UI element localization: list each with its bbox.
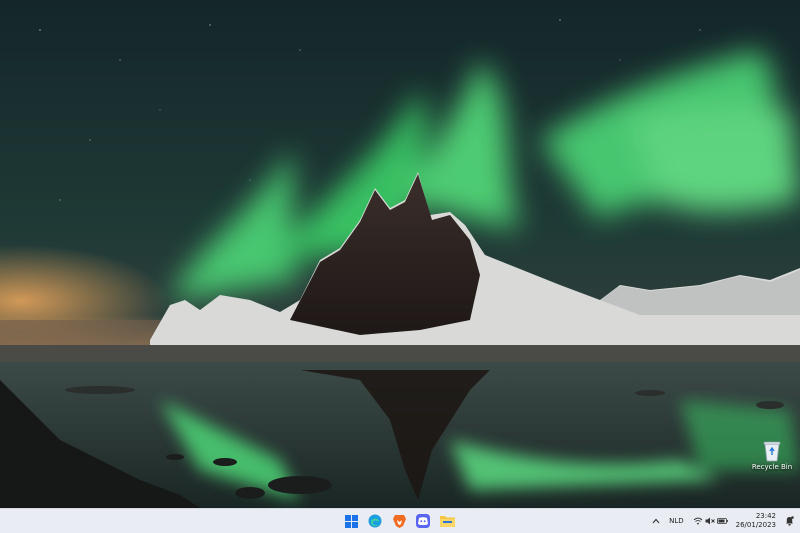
network-button[interactable] bbox=[692, 517, 704, 525]
brave-icon bbox=[392, 515, 406, 528]
battery-icon bbox=[717, 518, 728, 524]
desktop-icon-label: Recycle Bin bbox=[751, 463, 793, 471]
start-button[interactable] bbox=[342, 512, 360, 530]
battery-button[interactable] bbox=[716, 518, 730, 524]
taskbar: NLD 23:42 26/01/2023 bbox=[0, 508, 800, 533]
recycle-bin-icon bbox=[763, 441, 781, 462]
clock-button[interactable]: 23:42 26/01/2023 bbox=[736, 512, 776, 530]
taskbar-apps bbox=[342, 512, 456, 531]
folder-icon bbox=[439, 516, 455, 527]
edge-icon bbox=[368, 514, 382, 528]
taskbar-edge-button[interactable] bbox=[366, 512, 384, 530]
discord-icon bbox=[416, 514, 430, 528]
clock-date: 26/01/2023 bbox=[735, 521, 776, 529]
speaker-muted-icon bbox=[705, 517, 715, 525]
wifi-icon bbox=[693, 517, 702, 525]
desktop-icon-recycle-bin[interactable]: Recycle Bin bbox=[752, 440, 792, 471]
wallpaper-aurora-mountain bbox=[0, 0, 800, 508]
taskbar-discord-button[interactable] bbox=[414, 512, 432, 530]
windows-logo-icon bbox=[344, 514, 358, 528]
taskbar-file-explorer-button[interactable] bbox=[438, 512, 456, 530]
notification-center-button[interactable] bbox=[782, 516, 796, 526]
chevron-up-icon bbox=[652, 518, 660, 524]
notification-bell-icon bbox=[785, 516, 794, 526]
taskbar-brave-button[interactable] bbox=[390, 512, 408, 530]
desktop: Recycle Bin bbox=[0, 0, 800, 508]
show-hidden-icons-button[interactable] bbox=[649, 518, 663, 524]
system-tray: NLD 23:42 26/01/2023 bbox=[649, 509, 800, 533]
volume-button[interactable] bbox=[704, 517, 716, 525]
clock-time: 23:42 bbox=[755, 512, 776, 520]
input-language-indicator[interactable]: NLD bbox=[669, 517, 684, 525]
